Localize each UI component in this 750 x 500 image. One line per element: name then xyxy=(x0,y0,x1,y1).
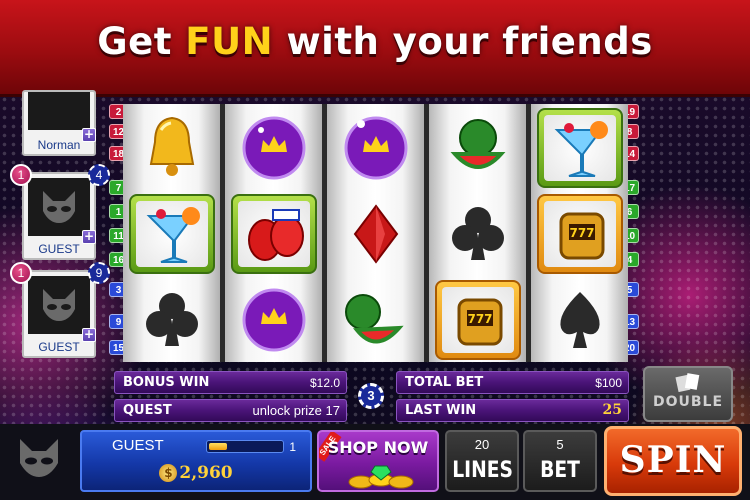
player-card-guest-2[interactable]: GUEST + 1 9 xyxy=(10,262,110,358)
shop-label: SHOP NOW xyxy=(327,438,429,457)
promo-banner: Get FUN with your friends xyxy=(0,0,750,97)
bell-icon xyxy=(129,108,215,188)
player-card-frame: GUEST + xyxy=(22,172,96,260)
spin-button[interactable]: SPIN xyxy=(604,426,742,496)
player-name: GUEST xyxy=(38,242,80,256)
coin-amount: 2,960 xyxy=(179,463,233,483)
add-friend-icon[interactable]: + xyxy=(82,328,96,342)
player-name: GUEST xyxy=(38,340,80,354)
crown-gem-icon xyxy=(231,108,317,188)
avatar xyxy=(28,92,90,130)
svg-text:777: 777 xyxy=(569,226,594,240)
crown-gem-icon xyxy=(231,280,317,360)
cocktail-icon xyxy=(537,108,623,188)
add-friend-icon[interactable]: + xyxy=(82,128,96,142)
mask-icon[interactable] xyxy=(14,433,64,483)
quest-panel[interactable]: QUEST unlock prize 17 xyxy=(114,399,347,422)
chip-badge: 3 xyxy=(358,383,384,409)
gold-ring-777-icon: 777 xyxy=(537,194,623,274)
diamond-icon xyxy=(333,194,419,274)
avatar xyxy=(28,276,90,334)
level-badge: 1 xyxy=(10,164,32,186)
add-friend-icon[interactable]: + xyxy=(82,230,96,244)
chip-count-badge: 9 xyxy=(88,262,110,284)
banner-highlight: FUN xyxy=(185,20,274,63)
bonus-win-label: BONUS WIN xyxy=(123,375,210,390)
player-card-guest-1[interactable]: GUEST + 1 4 xyxy=(10,164,110,260)
player-level: 1 xyxy=(289,440,296,454)
coin-icon: $ xyxy=(159,464,178,482)
player-panel-name: GUEST xyxy=(112,437,164,454)
double-button[interactable]: DOUBLE xyxy=(643,366,733,422)
double-label: DOUBLE xyxy=(652,394,724,410)
chip-count-badge: 4 xyxy=(88,164,110,186)
lines-button[interactable]: 20 LINES xyxy=(445,430,519,492)
player-status-panel: GUEST 1 $2,960 xyxy=(80,430,312,492)
mask-avatar-icon xyxy=(43,191,75,223)
cards-icon xyxy=(675,373,700,392)
lines-label: LINES xyxy=(452,458,514,483)
slot-reels: 777 777 xyxy=(123,104,628,362)
quest-value: unlock prize 17 xyxy=(252,403,340,418)
banner-title: Get FUN with your friends xyxy=(97,20,653,63)
avatar xyxy=(28,178,90,236)
spin-label: SPIN xyxy=(619,439,727,481)
gold-ring-777-icon: 777 xyxy=(435,280,521,360)
club-icon xyxy=(129,280,215,360)
level-badge: 1 xyxy=(10,262,32,284)
bet-button[interactable]: 5 BET xyxy=(523,430,597,492)
quest-label: QUEST xyxy=(123,403,172,418)
bet-value: 5 xyxy=(556,437,564,452)
bet-label: BET xyxy=(540,458,580,483)
svg-text:777: 777 xyxy=(467,312,492,326)
total-bet-value: $100 xyxy=(595,376,622,390)
club-icon xyxy=(435,194,521,274)
lines-value: 20 xyxy=(474,437,490,452)
crown-gem-icon xyxy=(333,108,419,188)
cocktail-icon xyxy=(129,194,215,274)
last-win-panel: LAST WIN 25 xyxy=(396,399,629,422)
spade-icon xyxy=(537,280,623,360)
watermelon-icon xyxy=(333,280,419,360)
player-card-frame: Norman + xyxy=(22,90,96,156)
last-win-value: 25 xyxy=(602,402,622,418)
watermelon-icon xyxy=(435,108,521,188)
total-bet-panel: TOTAL BET $100 xyxy=(396,371,629,394)
total-bet-label: TOTAL BET xyxy=(405,375,484,390)
bonus-win-panel: BONUS WIN $12.0 xyxy=(114,371,347,394)
coin-balance: $2,960 xyxy=(82,463,310,483)
shop-now-button[interactable]: SALE SHOP NOW xyxy=(317,430,439,492)
player-card-frame: GUEST + xyxy=(22,270,96,358)
last-win-label: LAST WIN xyxy=(405,403,477,418)
boxing-gloves-icon xyxy=(231,194,317,274)
mask-avatar-icon xyxy=(43,289,75,321)
bonus-win-value: $12.0 xyxy=(309,376,340,390)
coin-pile-icon xyxy=(348,465,414,489)
